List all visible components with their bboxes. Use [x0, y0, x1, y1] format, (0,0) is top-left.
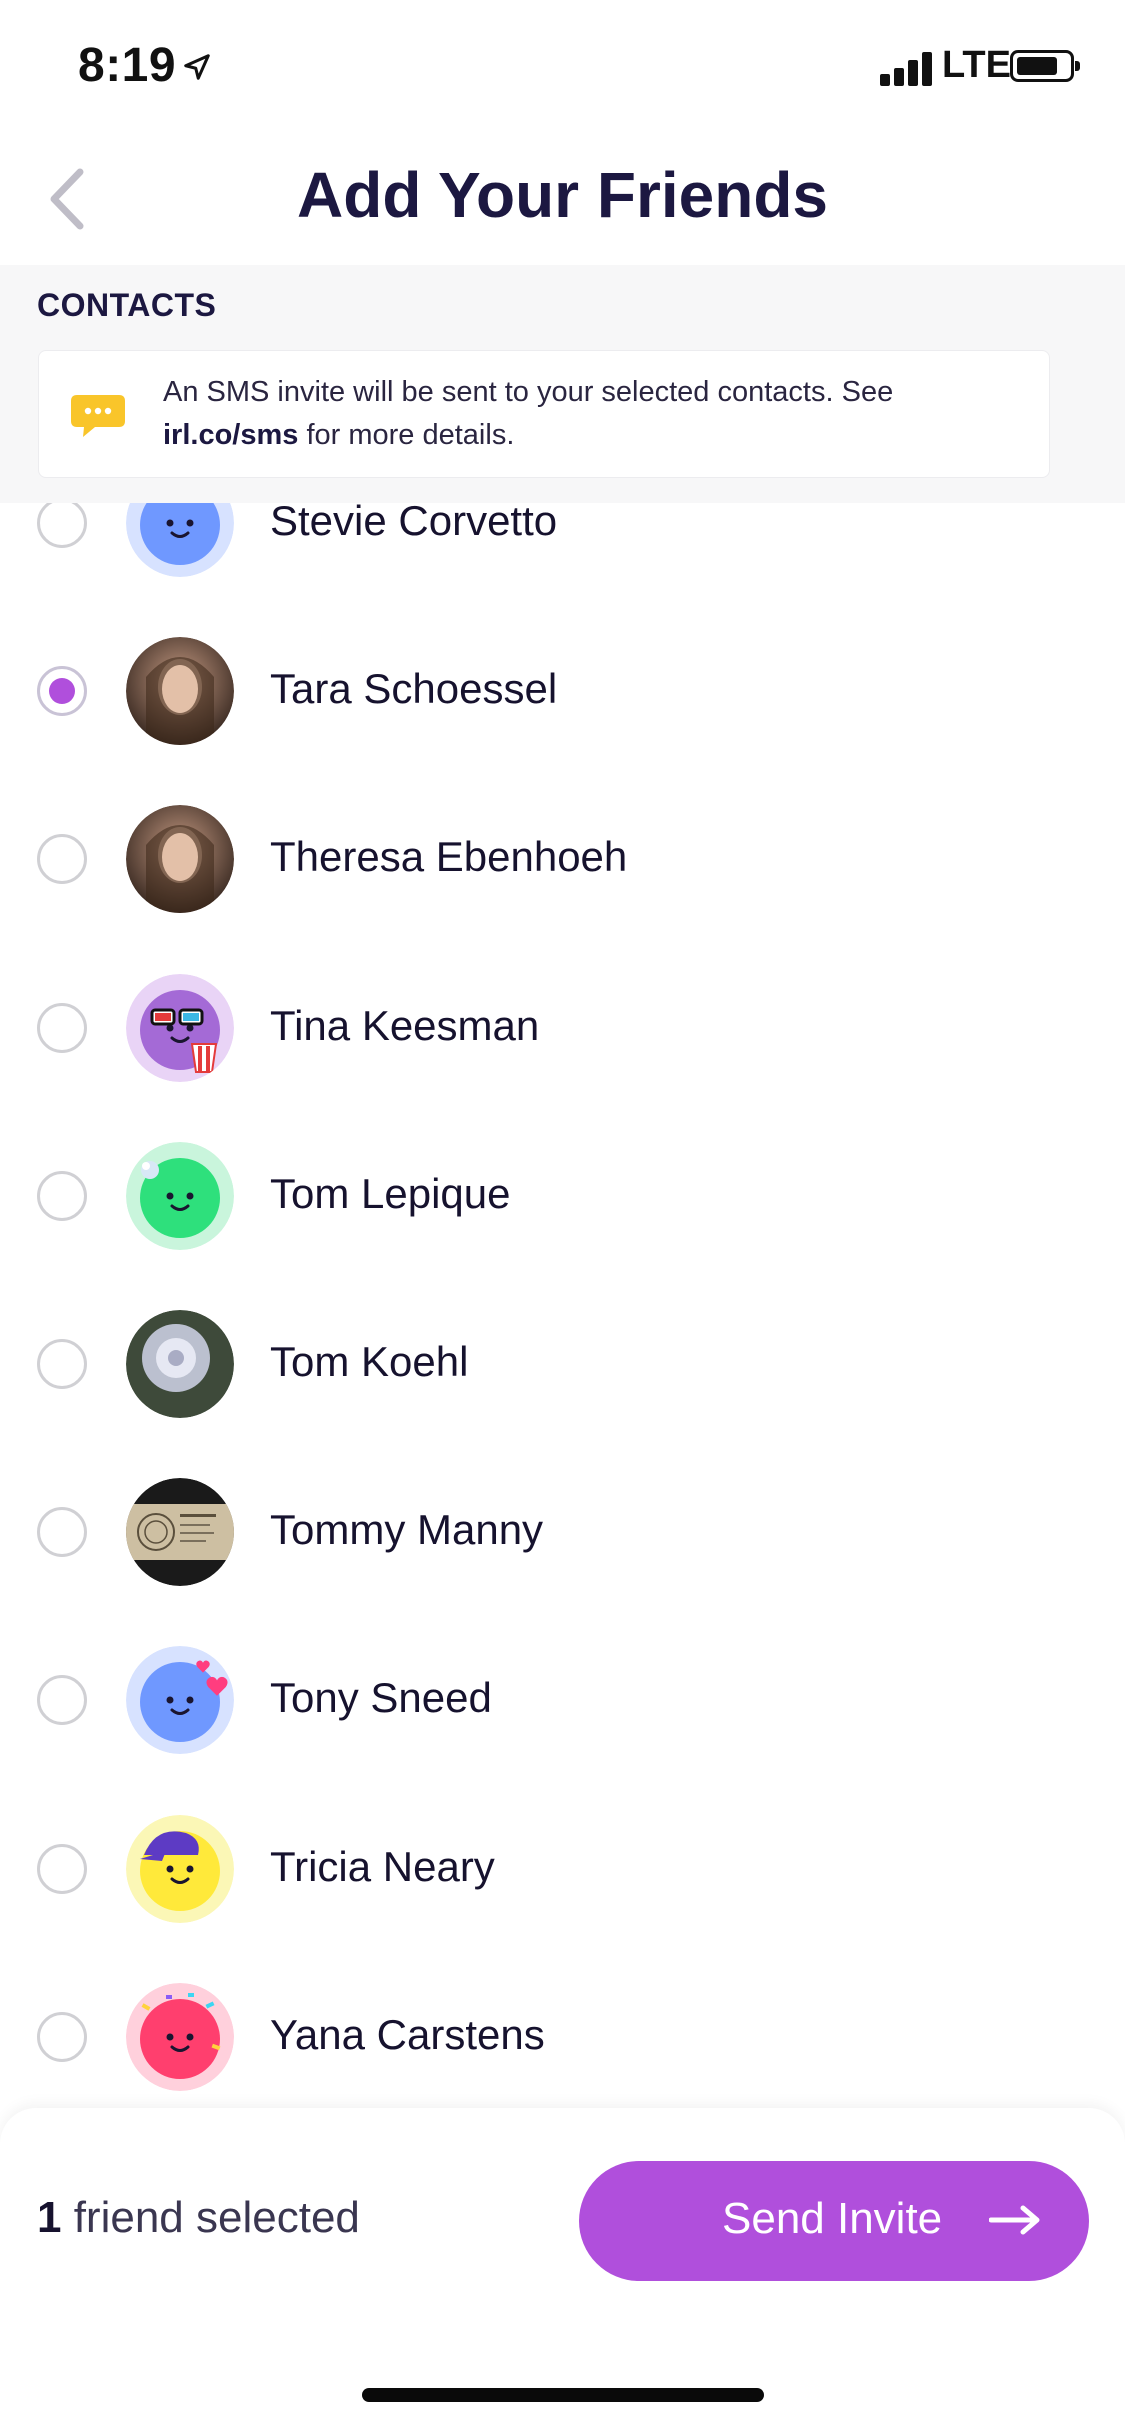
- avatar: [126, 805, 234, 914]
- friend-name: Tommy Manny: [270, 1506, 544, 1554]
- friend-row[interactable]: Tommy Manny: [0, 1448, 1125, 1616]
- send-invite-button[interactable]: Send Invite: [579, 2161, 1089, 2281]
- avatar: [126, 973, 234, 1082]
- bottom-bar: 1 friend selected Send Invite: [0, 2108, 1125, 2436]
- friend-row[interactable]: Tony Sneed: [0, 1616, 1125, 1784]
- avatar: [126, 1982, 234, 2091]
- radio-unselected[interactable]: [37, 1675, 87, 1726]
- send-invite-label: Send Invite: [722, 2194, 943, 2243]
- signal-icon: [880, 50, 936, 86]
- sms-info-link[interactable]: irl.co/sms: [163, 419, 298, 451]
- location-arrow-icon: [184, 54, 210, 80]
- contacts-section: CONTACTS An SMS invite will be sent to y…: [0, 265, 1125, 503]
- radio-unselected[interactable]: [37, 503, 87, 548]
- avatar: [126, 503, 234, 577]
- friend-name: Stevie Corvetto: [270, 503, 558, 544]
- friend-row[interactable]: Tricia Neary: [0, 1785, 1125, 1953]
- friend-row[interactable]: Theresa Ebenhoeh: [0, 775, 1125, 943]
- avatar: [126, 1646, 234, 1755]
- contacts-label: CONTACTS: [37, 287, 217, 323]
- selected-count-text: 1 friend selected: [37, 2193, 360, 2243]
- friend-row[interactable]: Yana Carstens: [0, 1953, 1125, 2108]
- avatar: [126, 1478, 234, 1587]
- friend-list[interactable]: Stevie Corvetto Tara Schoessel Theresa Ebe…: [0, 503, 1125, 2108]
- battery-icon: [1010, 50, 1080, 82]
- friend-row[interactable]: Stevie Corvetto: [0, 503, 1125, 607]
- friend-name: Tom Koehl: [270, 1338, 469, 1385]
- radio-unselected[interactable]: [37, 1507, 87, 1558]
- avatar: [126, 1310, 234, 1418]
- network-type: LTE: [942, 44, 1011, 86]
- selected-count: 1: [37, 2193, 62, 2242]
- friend-row[interactable]: Tom Koehl: [0, 1280, 1125, 1448]
- friend-name: Tina Keesman: [270, 1001, 540, 1049]
- avatar: [126, 637, 234, 746]
- friend-name: Tara Schoessel: [270, 665, 558, 713]
- sms-info-text: An SMS invite will be sent to your selec…: [163, 371, 1023, 457]
- chat-bubble-icon: [71, 395, 125, 437]
- friend-row[interactable]: Tara Schoessel: [0, 607, 1125, 775]
- radio-unselected[interactable]: [37, 1843, 87, 1894]
- friend-name: Theresa Ebenhoeh: [270, 833, 628, 881]
- page-title: Add Your Friends: [297, 159, 828, 231]
- friend-row[interactable]: Tom Lepique: [0, 1112, 1125, 1280]
- friend-row[interactable]: Tina Keesman: [0, 944, 1125, 1112]
- sms-info-card: An SMS invite will be sent to your selec…: [38, 350, 1050, 478]
- selected-suffix: friend selected: [61, 2193, 360, 2242]
- radio-selected[interactable]: [37, 666, 87, 717]
- info-text-part: An SMS invite will be sent to your selec…: [163, 376, 894, 408]
- status-bar: 8:19 LTE: [0, 0, 1125, 140]
- avatar: [126, 1814, 234, 1923]
- status-time: 8:19: [78, 39, 177, 92]
- radio-unselected[interactable]: [37, 834, 87, 885]
- nav-header: Add Your Friends: [0, 140, 1125, 265]
- friend-name: Yana Carstens: [270, 2010, 545, 2058]
- radio-unselected[interactable]: [37, 1339, 87, 1389]
- radio-unselected[interactable]: [37, 1170, 87, 1221]
- radio-unselected[interactable]: [37, 2011, 87, 2062]
- friend-name: Tom Lepique: [270, 1169, 511, 1217]
- home-indicator: [362, 2388, 764, 2402]
- info-text-part: for more details.: [298, 419, 515, 451]
- avatar: [126, 1141, 234, 1250]
- radio-unselected[interactable]: [37, 1002, 87, 1053]
- arrow-right-icon: [989, 2205, 1040, 2235]
- friend-name: Tony Sneed: [270, 1674, 492, 1722]
- friend-name: Tricia Neary: [270, 1842, 495, 1890]
